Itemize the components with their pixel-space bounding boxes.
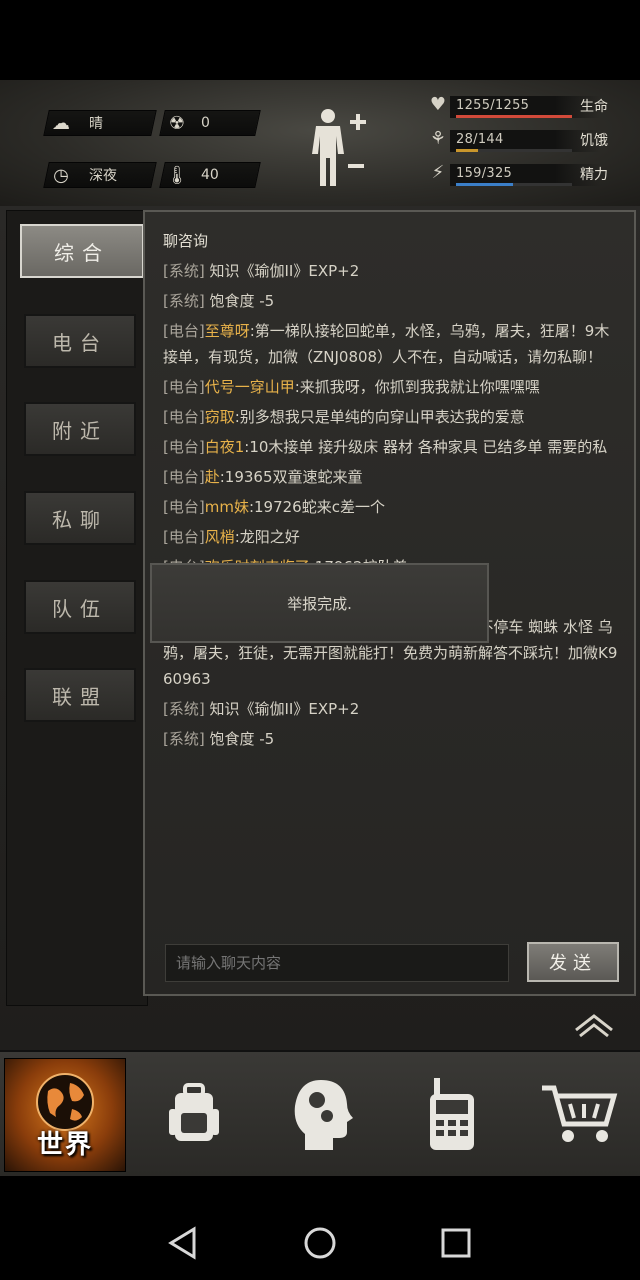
message-sender[interactable]: 窃取 — [205, 408, 235, 426]
stomach-icon: ⚘ — [429, 128, 447, 149]
hunger-label: 饥饿 — [580, 133, 608, 149]
radiation-chip: ☢ 0 — [159, 110, 261, 136]
message-channel-tag: [电台] — [163, 408, 205, 426]
cloud-sun-icon: ☁ — [52, 112, 70, 134]
character-body-button[interactable] — [306, 106, 376, 190]
chat-message: [系统] 知识《瑜伽II》EXP+2 — [163, 696, 621, 722]
nav-world[interactable]: 世界 — [4, 1058, 126, 1172]
message-channel-tag: [系统] — [163, 292, 205, 310]
energy-bar — [456, 183, 513, 186]
collapse-button[interactable] — [570, 1008, 618, 1038]
message-channel-tag: [电台] — [163, 528, 205, 546]
nav-skills[interactable] — [262, 1058, 382, 1170]
chat-message: [电台]风梢:龙阳之好 — [163, 524, 621, 550]
chat-message: [系统] 饱食度 -5 — [163, 726, 621, 752]
tab-general[interactable]: 综合 — [20, 224, 144, 278]
radiation-icon: ☢ — [168, 112, 186, 134]
weather-chip: ☁ 晴 — [43, 110, 157, 136]
back-icon[interactable] — [168, 1226, 198, 1260]
hunger-bar — [456, 149, 479, 152]
health-value: 1255/1255 — [456, 98, 530, 113]
message-text: 饱食度 -5 — [209, 292, 275, 310]
message-text: 知识《瑜伽II》EXP+2 — [209, 262, 360, 280]
time-value: 深夜 — [89, 168, 117, 184]
message-channel-tag: [系统] — [163, 262, 205, 280]
chat-input[interactable] — [165, 944, 509, 982]
health-label: 生命 — [580, 99, 608, 115]
nav-shop[interactable] — [520, 1058, 640, 1170]
health-stat: ♥ 1255/1255 生命 — [426, 92, 626, 122]
hunger-stat: ⚘ 28/144 饥饿 — [426, 126, 626, 156]
message-sender[interactable]: 代号一穿山甲 — [205, 378, 295, 396]
message-text: 知识《瑜伽II》EXP+2 — [209, 700, 360, 718]
message-sender[interactable]: 白夜1 — [205, 438, 245, 456]
chat-title: 聊咨询 — [163, 232, 209, 250]
message-channel-tag: [系统] — [163, 700, 205, 718]
android-nav-bar — [0, 1176, 640, 1280]
chat-message: [电台]窃取:别多想我只是单纯的向穿山甲表达我的爱意 — [163, 404, 621, 430]
chat-message: [系统] 饱食度 -5 — [163, 288, 621, 314]
nav-world-label: 世界 — [36, 1130, 93, 1160]
message-channel-tag: [电台] — [163, 468, 205, 486]
body-figure-icon — [312, 109, 366, 186]
message-channel-tag: [电台] — [163, 322, 205, 340]
message-list[interactable]: [系统] 知识《瑜伽II》EXP+2 [系统] 饱食度 -5 [电台]至尊呀:第一梯… — [163, 258, 621, 756]
message-text: :10木接单 接升级床 器材 各种家具 已结多单 需要的私 — [244, 438, 608, 456]
chat-message: [电台]代号一穿山甲:来抓我呀，你抓到我我就让你嘿嘿嘿 — [163, 374, 621, 400]
message-text: 饱食度 -5 — [209, 730, 275, 748]
backpack-icon — [169, 1083, 219, 1141]
message-channel-tag: [电台] — [163, 378, 205, 396]
chat-message: [电台]赴:19365双童速蛇来童 — [163, 464, 621, 490]
send-button[interactable]: 发送 — [527, 942, 619, 982]
weather-value: 晴 — [89, 116, 103, 132]
message-channel-tag: [电台] — [163, 498, 205, 516]
status-bar — [0, 0, 640, 80]
message-sender[interactable]: 赴 — [205, 468, 220, 486]
health-bar — [456, 115, 572, 118]
head-gears-icon — [294, 1080, 353, 1150]
time-chip: ◷ 深夜 — [43, 162, 157, 188]
message-channel-tag: [系统] — [163, 730, 205, 748]
chat-message: [电台]至尊呀:第一梯队接轮回蛇单，水怪，乌鸦，屠夫，狂屠！9木接单，有现货，加… — [163, 318, 621, 370]
home-icon[interactable] — [303, 1226, 337, 1260]
energy-stat: ⚡ 159/325 精力 — [426, 160, 626, 190]
message-text: :别多想我只是单纯的向穿山甲表达我的爱意 — [234, 408, 525, 426]
bottom-nav: 世界 — [0, 1050, 640, 1176]
nav-radio[interactable] — [392, 1058, 512, 1170]
thermometer-icon: 🌡 — [165, 164, 189, 186]
message-sender[interactable]: 至尊呀 — [205, 322, 250, 340]
temperature-value: 40 — [201, 167, 219, 183]
tab-radio[interactable]: 电台 — [24, 314, 136, 368]
tab-team[interactable]: 队伍 — [24, 580, 136, 634]
hunger-value: 28/144 — [456, 132, 504, 147]
chat-message: [电台]白夜1:10木接单 接升级床 器材 各种家具 已结多单 需要的私 — [163, 434, 621, 460]
clock-icon: ◷ — [53, 164, 69, 186]
energy-label: 精力 — [580, 167, 608, 183]
message-text: :龙阳之好 — [234, 528, 300, 546]
tab-alliance[interactable]: 联盟 — [24, 668, 136, 722]
message-channel-tag: [电台] — [163, 438, 205, 456]
energy-value: 159/325 — [456, 166, 513, 181]
chat-message: [系统] 知识《瑜伽II》EXP+2 — [163, 258, 621, 284]
message-sender[interactable]: mm妹 — [205, 498, 249, 516]
shopping-cart-icon — [542, 1085, 618, 1142]
report-toast: 举报完成. — [150, 563, 489, 643]
recents-icon[interactable] — [440, 1227, 472, 1259]
message-text: :来抓我呀，你抓到我我就让你嘿嘿嘿 — [294, 378, 540, 396]
radiation-value: 0 — [201, 115, 210, 131]
heart-pulse-icon: ♥ — [429, 94, 447, 115]
temperature-chip: 🌡 40 — [159, 162, 261, 188]
nav-backpack[interactable] — [134, 1058, 254, 1170]
chat-message: [电台]mm妹:19726蛇来c差一个 — [163, 494, 621, 520]
message-text: :19365双童速蛇来童 — [219, 468, 363, 486]
tab-nearby[interactable]: 附近 — [24, 402, 136, 456]
message-text: :19726蛇来c差一个 — [248, 498, 385, 516]
message-sender[interactable]: 风梢 — [205, 528, 235, 546]
hud-panel: ☁ 晴 ☢ 0 ◷ 深夜 🌡 40 ♥ 1255/1255 生命 ⚘ 28/14… — [0, 80, 640, 208]
double-chevron-up-icon — [575, 1014, 613, 1038]
lightning-icon: ⚡ — [431, 162, 445, 183]
tab-private[interactable]: 私聊 — [24, 491, 136, 545]
walkie-talkie-icon — [430, 1078, 474, 1150]
